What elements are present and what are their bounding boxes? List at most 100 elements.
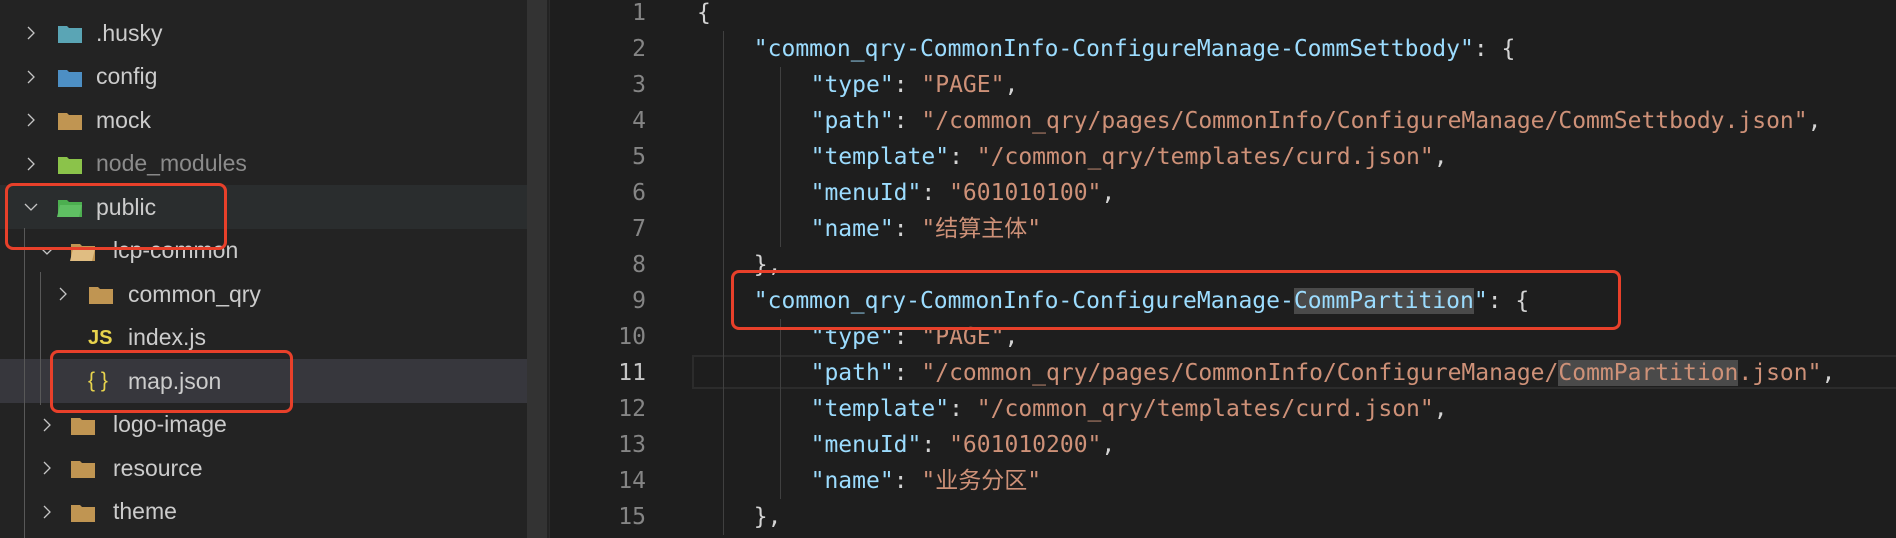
line-number: 5 — [632, 144, 646, 170]
explorer-scrollbar[interactable] — [527, 0, 547, 538]
indent-guide — [779, 391, 781, 427]
line-number: 3 — [632, 72, 646, 98]
json-key: "menuId" — [810, 432, 922, 458]
indent-guide — [779, 463, 781, 499]
json-key: "template" — [810, 396, 950, 422]
annotation-box-line-9 — [731, 270, 1621, 330]
punctuation: { — [697, 0, 711, 26]
punctuation: , — [1433, 396, 1448, 422]
json-key: "path" — [810, 360, 894, 386]
indent-guide — [723, 391, 724, 427]
config-folder-icon — [57, 65, 83, 89]
line-number: 4 — [632, 108, 646, 134]
explorer-item-label: .husky — [96, 19, 163, 46]
punctuation: : — [949, 144, 977, 170]
explorer-item-resource[interactable]: resource — [0, 446, 527, 490]
chevron-right-icon[interactable] — [36, 501, 58, 523]
json-key: "type" — [810, 72, 894, 98]
indent-guide — [779, 355, 781, 391]
chevron-right-icon[interactable] — [20, 153, 42, 175]
line-number: 12 — [618, 396, 646, 422]
explorer-item-label: mock — [96, 106, 151, 133]
line-number: 1 — [632, 0, 646, 26]
explorer-item-husky[interactable]: .husky — [0, 11, 527, 55]
code-line: "template": "/common_qry/templates/curd.… — [811, 391, 1448, 427]
punctuation: : — [921, 432, 950, 458]
code-line: "common_qry-CommonInfo-ConfigureManage-C… — [754, 31, 1516, 67]
code-line: "menuId": "601010100", — [811, 175, 1116, 211]
explorer-item-node-modules[interactable]: node_modules — [0, 142, 527, 186]
explorer-item-mock[interactable]: mock — [0, 98, 527, 142]
punctuation: : — [893, 360, 922, 386]
indent-guide — [779, 175, 781, 211]
json-string: "结算主体" — [921, 216, 1042, 242]
code-line: "name": "业务分区" — [811, 463, 1042, 499]
indent-guide — [723, 355, 724, 391]
json-string: "601010200" — [949, 432, 1102, 458]
explorer-item-theme[interactable]: theme — [0, 490, 527, 534]
folder-icon — [88, 282, 114, 306]
explorer-item-label: resource — [113, 454, 203, 481]
json-string: "/common_qry/templates/curd.json" — [976, 144, 1434, 170]
indent-guide — [723, 283, 724, 319]
js-file-icon: JS — [88, 326, 113, 349]
explorer-item-label: node_modules — [96, 150, 247, 176]
chevron-right-icon[interactable] — [36, 414, 58, 436]
folder-icon — [70, 456, 96, 480]
line-number: 14 — [618, 468, 646, 494]
punctuation: , — [1821, 360, 1836, 386]
line-number: 13 — [618, 432, 646, 458]
file-explorer: .husky config mock node_modules public lcp-co… — [0, 0, 550, 538]
indent-guide — [779, 139, 781, 175]
punctuation: : { — [1473, 36, 1516, 62]
node-folder-icon — [57, 152, 83, 176]
json-key: "menuId" — [810, 180, 922, 206]
code-line: "path": "/common_qry/pages/CommonInfo/Co… — [811, 103, 1822, 139]
chevron-right-icon[interactable] — [36, 457, 58, 479]
highlighted-match: CommPartition — [1558, 360, 1739, 386]
indent-guide — [723, 319, 724, 355]
indent-guide — [779, 211, 781, 247]
indent-guide — [723, 211, 724, 247]
punctuation: }, — [753, 504, 782, 530]
json-key: "path" — [810, 108, 894, 134]
explorer-item-common-qry[interactable]: common_qry — [0, 272, 527, 316]
line-number: 7 — [632, 216, 646, 242]
json-string: "/common_qry/pages/CommonInfo/ConfigureM… — [921, 360, 1559, 386]
punctuation: : — [893, 108, 922, 134]
explorer-item-label: theme — [113, 498, 177, 524]
folder-icon — [57, 108, 83, 132]
code-line: "menuId": "601010200", — [811, 427, 1116, 463]
code-line: "type": "PAGE", — [811, 67, 1019, 103]
chevron-right-icon[interactable] — [20, 66, 42, 88]
punctuation: : — [949, 396, 977, 422]
indent-guide — [779, 67, 781, 103]
line-number: 6 — [632, 180, 646, 206]
annotation-box-public — [5, 183, 227, 250]
indent-guide — [723, 499, 724, 535]
explorer-item-label: config — [96, 63, 158, 89]
indent-guide — [723, 31, 724, 67]
indent-guide — [779, 103, 781, 139]
punctuation: : — [893, 468, 922, 494]
chevron-right-icon[interactable] — [52, 283, 74, 305]
annotation-box-map-json — [50, 350, 293, 413]
tree-indent-guide — [40, 272, 41, 405]
chevron-right-icon[interactable] — [20, 109, 42, 131]
explorer-item-label: common_qry — [128, 280, 261, 307]
code-line: "template": "/common_qry/templates/curd.… — [811, 139, 1448, 175]
json-string: "业务分区" — [921, 468, 1042, 494]
punctuation: , — [1807, 108, 1822, 134]
chevron-right-icon[interactable] — [20, 22, 42, 44]
tree-indent-guide — [24, 228, 25, 538]
json-string: "PAGE" — [921, 72, 1005, 98]
code-editor[interactable]: 1 {2 "common_qry-CommonInfo-ConfigureManag… — [551, 0, 1896, 538]
explorer-item-config[interactable]: config — [0, 55, 527, 99]
indent-guide — [723, 103, 724, 139]
code-line: { — [697, 0, 711, 31]
code-line: "name": "结算主体" — [811, 211, 1042, 247]
json-string: .json" — [1738, 360, 1822, 386]
line-number: 10 — [618, 324, 646, 350]
json-key: "name" — [810, 468, 894, 494]
indent-guide — [779, 427, 781, 463]
